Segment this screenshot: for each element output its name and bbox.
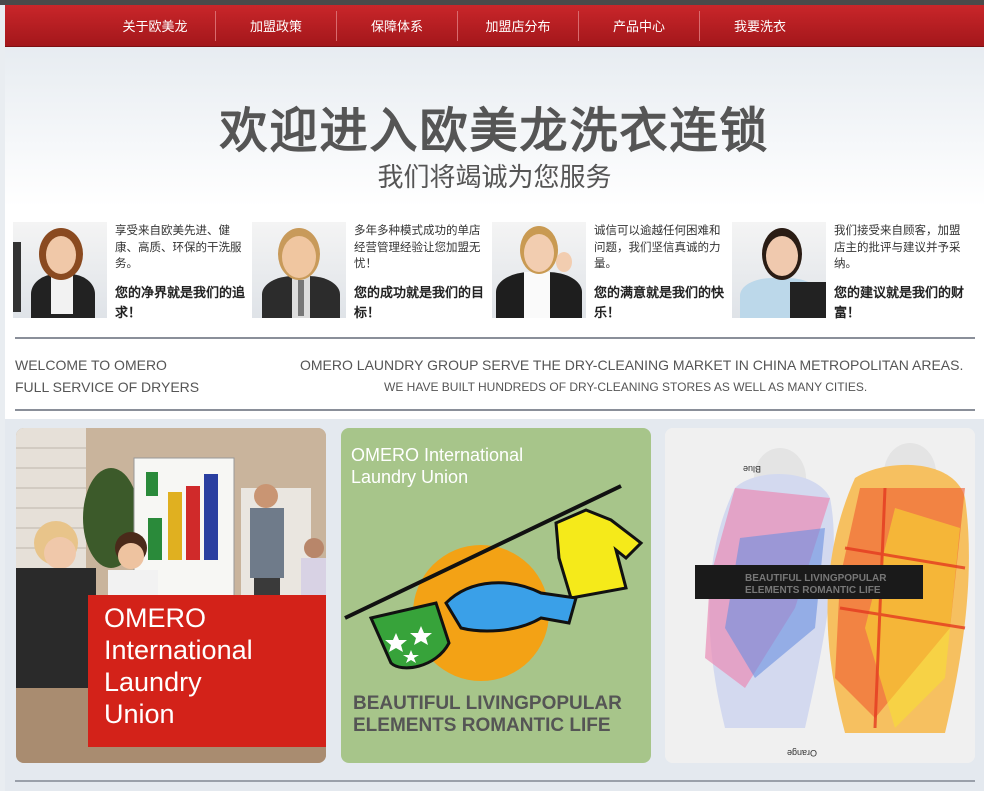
welcome-line: FULL SERVICE OF DRYERS [15,379,200,395]
group-subline: WE HAVE BUILT HUNDREDS OF DRY-CLEANING S… [384,380,868,394]
nav-item-about[interactable]: 关于欧美龙 [95,5,215,47]
divider [15,780,975,782]
card-slogan: 您的净界就是我们的追求！ [115,286,246,321]
man-portrait-image [252,222,346,318]
feature-tiles: OMERO International Laundry Union OMERO … [5,419,984,791]
card-slogan: 您的建议就是我们的财富！ [834,286,965,321]
scarves-tile[interactable]: BEAUTIFUL LIVINGPOPULAR ELEMENTS ROMANTI… [665,428,975,763]
main-nav: 关于欧美龙 加盟政策 保障体系 加盟店分布 产品中心 我要洗衣 [5,5,984,47]
welcome-band: WELCOME TO OMERO FULL SERVICE OF DRYERS … [5,337,984,419]
divider [15,409,975,411]
laundry-union-tile[interactable]: OMERO International Laundry Union BEAUTI… [341,428,651,763]
scarf-color-label: Blue [743,464,762,474]
woman-portrait-image [13,222,107,318]
promo-card: 多年多种模式成功的单店经营管理经验让您加盟无忧！ 您的成功就是我们的目标！ [252,222,490,321]
group-headline: OMERO LAUNDRY GROUP SERVE THE DRY-CLEANI… [300,357,964,373]
meeting-photo-tile[interactable]: OMERO International Laundry Union [16,428,326,763]
card-text: 多年多种模式成功的单店经营管理经验让您加盟无忧！ [354,223,481,270]
tile-tag-line: ELEMENTS ROMANTIC LIFE [745,585,881,596]
tile-title-line: Laundry [104,667,202,697]
card-slogan: 您的成功就是我们的目标！ [354,286,485,321]
welcome-line: WELCOME TO OMERO [15,357,167,373]
promo-card: 我们接受来自顾客，加盟店主的批评与建议并予采纳。 您的建议就是我们的财富！ [732,222,970,321]
card-slogan: 您的满意就是我们的快乐！ [594,286,725,321]
tile-tag-line: BEAUTIFUL LIVINGPOPULAR [745,573,887,584]
tile-title-line: OMERO [104,603,207,633]
promo-card: 诚信可以逾越任何困难和问题，我们坚信真诚的力量。 您的满意就是我们的快乐！ [492,222,730,321]
tile-slogan-line: ELEMENTS ROMANTIC LIFE [353,715,611,736]
smiling-woman-image [732,222,826,318]
nav-item-franchise-policy[interactable]: 加盟政策 [216,5,336,47]
hero-banner: 欢迎进入欧美龙洗衣连锁 我们将竭诚为您服务 享受来自欧美先进、健康、高质、环保的… [5,47,984,337]
tile-title-line: Union [104,699,175,729]
nav-item-guarantee[interactable]: 保障体系 [337,5,457,47]
scarf-color-label: Orange [787,748,818,758]
card-text: 我们接受来自顾客，加盟店主的批评与建议并予采纳。 [834,223,961,270]
nav-item-store-locations[interactable]: 加盟店分布 [458,5,578,47]
card-text: 享受来自欧美先进、健康、高质、环保的干洗服务。 [115,223,242,270]
hero-title: 欢迎进入欧美龙洗衣连锁 [219,103,770,159]
woman-thumbs-up-image [492,222,586,318]
tile-title-line: International [104,635,253,665]
tile-slogan-line: BEAUTIFUL LIVINGPOPULAR [353,693,622,714]
nav-item-laundry-order[interactable]: 我要洗衣 [700,5,820,47]
card-text: 诚信可以逾越任何困难和问题，我们坚信真诚的力量。 [594,223,721,270]
nav-item-products[interactable]: 产品中心 [579,5,699,47]
promo-card: 享受来自欧美先进、健康、高质、环保的干洗服务。 您的净界就是我们的追求！ [13,222,251,321]
divider [15,337,975,339]
hero-subtitle: 我们将竭诚为您服务 [377,163,612,193]
